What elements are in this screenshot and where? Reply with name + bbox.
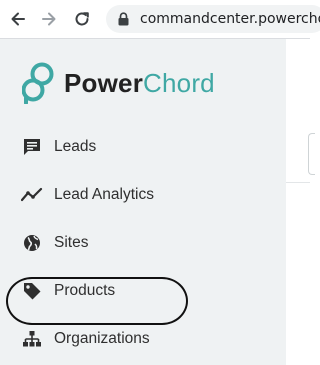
back-button[interactable]: [7, 8, 29, 30]
url-text: commandcenter.powercho: [140, 11, 320, 27]
reload-button[interactable]: [71, 8, 93, 30]
back-arrow-icon: [11, 12, 25, 26]
sidebar-item-label: Leads: [54, 138, 97, 155]
browser-toolbar: commandcenter.powercho: [0, 0, 320, 39]
address-bar[interactable]: commandcenter.powercho: [106, 5, 320, 33]
main-content: [286, 39, 315, 365]
powerchord-logo-mark: [22, 62, 54, 104]
forward-arrow-icon: [42, 12, 56, 26]
line-chart-icon: [20, 183, 44, 207]
logo-wordmark: PowerChord: [64, 68, 215, 99]
reload-icon: [75, 12, 89, 26]
lock-icon: [118, 12, 129, 26]
sidebar-item-label: Organizations: [54, 330, 150, 347]
sidebar-item-leads[interactable]: Leads: [20, 132, 96, 162]
org-chart-icon: [20, 327, 44, 351]
powerchord-logo[interactable]: PowerChord: [22, 61, 215, 105]
content-card-edge: [308, 133, 315, 175]
logo-chord-text: Chord: [143, 67, 215, 98]
sidebar-item-label: Lead Analytics: [54, 186, 154, 203]
sidebar-item-sites[interactable]: Sites: [20, 228, 88, 258]
forward-button[interactable]: [38, 8, 60, 30]
sidebar-item-organizations[interactable]: Organizations: [20, 324, 150, 354]
globe-icon: [20, 231, 44, 255]
highlight-annotation-circle: [6, 277, 188, 325]
message-icon: [20, 135, 44, 159]
sidebar-item-label: Sites: [54, 234, 89, 251]
sidebar-item-lead-analytics[interactable]: Lead Analytics: [20, 180, 154, 210]
logo-power-text: Power: [64, 67, 144, 98]
content-divider: [286, 182, 310, 183]
